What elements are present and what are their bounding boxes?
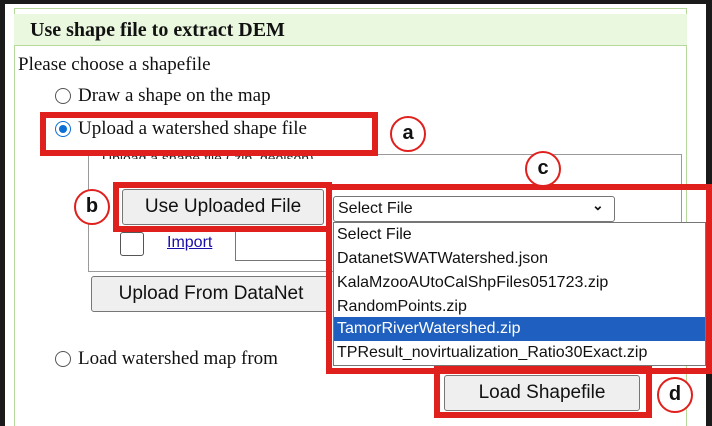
import-text-input[interactable]	[235, 228, 330, 261]
frame-left	[0, 0, 5, 426]
upload-from-datanet-button[interactable]: Upload From DataNet	[91, 276, 331, 312]
radio-draw-shape[interactable]	[55, 88, 71, 104]
annotation-box-c	[326, 184, 712, 374]
radio-load-watershed-map-label[interactable]: Load watershed map from	[78, 348, 278, 370]
annotation-badge-b: b	[74, 189, 110, 225]
radio-draw-shape-label[interactable]: Draw a shape on the map	[78, 85, 271, 107]
import-checkbox[interactable]	[120, 232, 144, 256]
annotation-box-d	[434, 366, 652, 418]
annotation-box-a	[40, 112, 378, 156]
choose-shapefile-prompt: Please choose a shapefile	[18, 54, 211, 75]
annotation-badge-d: d	[657, 377, 693, 413]
annotation-badge-c: c	[525, 151, 561, 187]
radio-load-watershed-map[interactable]	[55, 351, 71, 367]
annotation-badge-a: a	[390, 116, 426, 152]
import-link[interactable]: Import	[167, 234, 212, 252]
panel-title: Use shape file to extract DEM	[30, 19, 285, 41]
annotation-box-b	[113, 182, 332, 232]
frame-top	[0, 0, 712, 4]
